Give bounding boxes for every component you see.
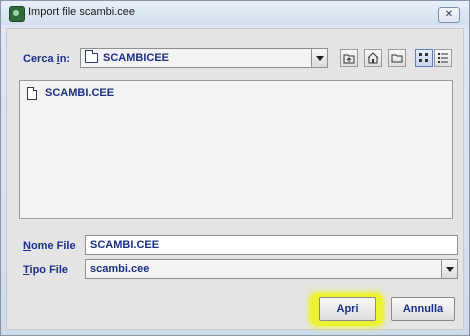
look-in-value: SCAMBICEE (103, 52, 170, 64)
file-list[interactable]: SCAMBI.CEE (19, 80, 453, 219)
look-in-label: Cerca in: (23, 53, 71, 65)
up-one-level-icon (343, 54, 355, 64)
details-view-button[interactable] (434, 49, 452, 67)
file-type-value: scambi.cee (90, 263, 150, 275)
folder-icon (85, 50, 98, 63)
import-dialog: Import file scambi.cee ✕ Cerca in: SCAMB… (0, 0, 470, 336)
list-view-button[interactable] (415, 49, 433, 67)
window-title: Import file scambi.cee (28, 6, 135, 18)
file-icon (27, 87, 37, 100)
chevron-down-icon[interactable] (441, 260, 457, 278)
close-button[interactable]: ✕ (438, 7, 460, 23)
close-icon: ✕ (444, 9, 454, 20)
file-name-value: SCAMBI.CEE (90, 239, 160, 251)
file-type-label: Tipo File (23, 264, 69, 276)
new-folder-icon (391, 54, 403, 63)
look-in-combo[interactable]: SCAMBICEE (80, 48, 328, 68)
file-name-label: Nome File (23, 240, 76, 252)
details-view-icon (438, 53, 448, 63)
up-one-level-button[interactable] (340, 49, 358, 67)
home-button[interactable] (364, 49, 382, 67)
title-bar[interactable]: Import file scambi.cee ✕ (1, 1, 469, 25)
new-folder-button[interactable] (388, 49, 406, 67)
chevron-down-icon[interactable] (311, 49, 327, 67)
open-button[interactable]: Apri (319, 297, 376, 321)
app-icon (9, 6, 25, 22)
cancel-button[interactable]: Annulla (391, 297, 455, 321)
file-name-field[interactable]: SCAMBI.CEE (85, 235, 458, 255)
file-type-combo[interactable]: scambi.cee (85, 259, 458, 279)
home-icon (367, 52, 379, 64)
list-view-icon (419, 53, 428, 62)
file-name: SCAMBI.CEE (45, 87, 115, 99)
